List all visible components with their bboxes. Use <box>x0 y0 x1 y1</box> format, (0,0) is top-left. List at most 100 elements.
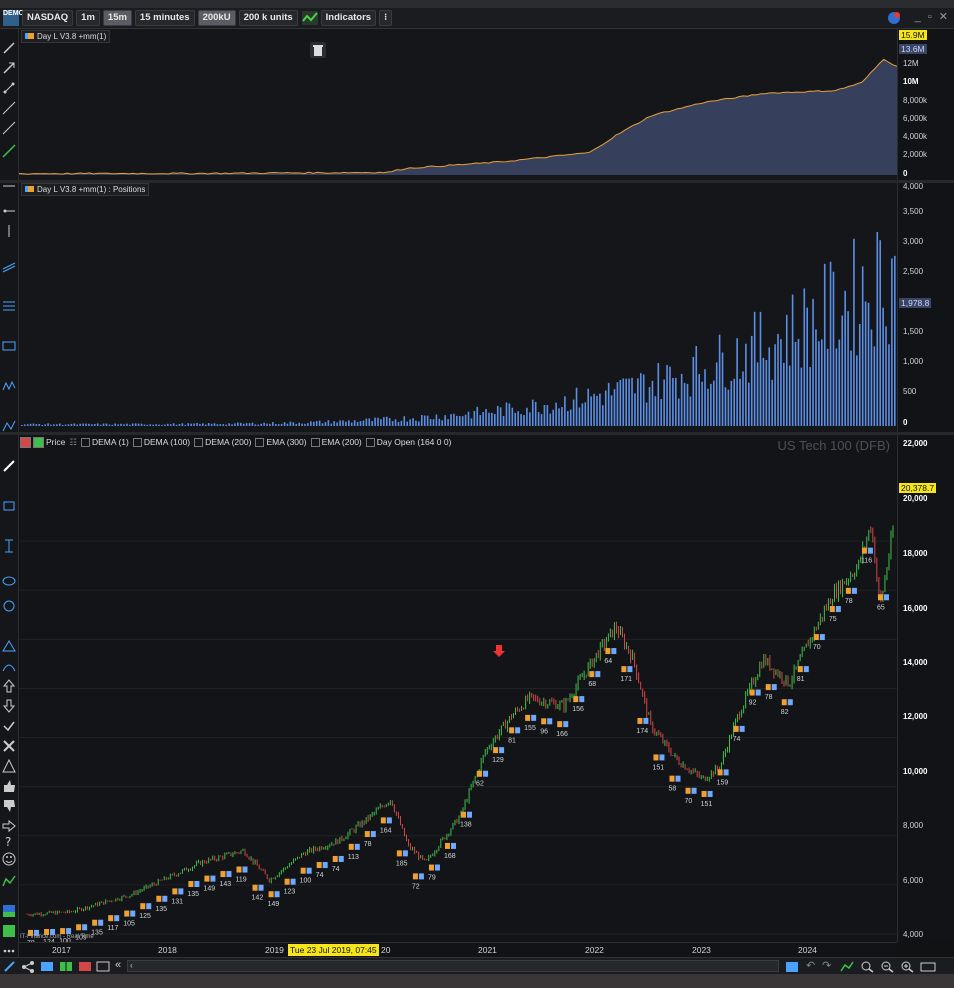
zoom-auto-icon[interactable] <box>840 960 854 973</box>
magnet-tool-icon[interactable] <box>2 924 16 938</box>
trash-icon[interactable] <box>310 42 326 58</box>
positions-panel-title[interactable]: Day L V3.8 +mm(1) : Positions <box>21 183 150 196</box>
arrow-tool-icon[interactable] <box>2 61 16 75</box>
indicators-button[interactable]: Indicators <box>320 10 377 26</box>
keyboard-icon[interactable] <box>920 960 936 973</box>
circle-tool-icon[interactable] <box>2 599 16 613</box>
warning-icon[interactable] <box>2 759 16 773</box>
position-bar <box>237 422 239 426</box>
wave-tool-icon[interactable] <box>2 379 16 393</box>
position-bar <box>546 405 549 426</box>
position-bar <box>415 420 417 426</box>
position-bar <box>841 315 844 426</box>
trade-label: 96 <box>540 728 548 735</box>
legend-day-open[interactable]: Day Open (164 0 0) <box>365 437 451 447</box>
trade-label: 58 <box>669 786 677 793</box>
trade-exit-marker <box>364 831 370 838</box>
check-icon[interactable] <box>2 719 16 733</box>
workbook-icon[interactable] <box>886 10 902 26</box>
trade-label: 79 <box>428 875 436 882</box>
trade-entry-marker <box>146 903 152 910</box>
question-icon[interactable]: ? <box>2 834 16 848</box>
position-bar <box>847 311 849 426</box>
position-bar <box>622 378 625 426</box>
close-panel-icon[interactable] <box>20 436 31 448</box>
brush-tool-icon[interactable] <box>2 459 16 473</box>
more-tools-icon[interactable] <box>2 944 16 958</box>
window-icon[interactable] <box>96 960 110 973</box>
legend-dema-1[interactable]: DEMA (1) <box>81 437 129 447</box>
trade-exit-marker <box>444 842 450 849</box>
price-range-tool-icon[interactable] <box>2 539 16 553</box>
legend-dema-100[interactable]: DEMA (100) <box>132 437 190 447</box>
trendline-tool-icon[interactable] <box>2 121 16 135</box>
percent-tool-icon[interactable] <box>2 339 16 353</box>
vertical-line-tool-icon[interactable] <box>2 224 16 238</box>
arrow-up-icon[interactable] <box>2 679 16 693</box>
zoom-reset-icon[interactable] <box>860 960 874 973</box>
position-bar <box>228 423 230 426</box>
triangle-tool-icon[interactable] <box>2 639 16 653</box>
pitchfork-tool-icon[interactable] <box>2 419 16 433</box>
layout-icon[interactable] <box>40 960 54 973</box>
redo-icon[interactable]: ↷ <box>822 959 831 972</box>
pattern-tool-icon[interactable] <box>2 874 16 888</box>
trade-entry-marker <box>178 888 184 895</box>
position-bar <box>569 409 572 426</box>
position-bar <box>225 424 227 426</box>
units-button[interactable]: 200kU <box>197 10 236 26</box>
scroll-left-double-icon[interactable]: « <box>115 959 121 971</box>
equity-panel-title[interactable]: Day L V3.8 +mm(1) <box>21 30 111 43</box>
position-bar <box>724 387 727 426</box>
trade-entry-marker <box>98 919 104 926</box>
arrow-right-icon[interactable] <box>2 819 16 833</box>
timeframe-15m-button[interactable]: 15m <box>102 10 132 26</box>
channel-tool-icon[interactable] <box>2 259 16 273</box>
arrow-down-icon[interactable] <box>2 699 16 713</box>
share-icon[interactable] <box>21 960 35 973</box>
fibonacci-tool-icon[interactable] <box>2 299 16 313</box>
pencil-icon[interactable] <box>3 960 17 973</box>
indicators-icon[interactable] <box>301 11 318 25</box>
settings-icon[interactable]: ⁝ <box>379 10 393 26</box>
zoom-in-icon[interactable] <box>900 960 914 973</box>
horizontal-ray-tool-icon[interactable] <box>2 204 16 218</box>
trade-entry-marker <box>82 924 88 931</box>
window-controls[interactable]: _ ▫ ✕ <box>915 10 950 23</box>
thumbs-down-icon[interactable] <box>2 799 16 813</box>
table-icon[interactable] <box>78 960 92 973</box>
thumbs-up-icon[interactable] <box>2 779 16 793</box>
arc-tool-icon[interactable] <box>2 659 16 673</box>
units-dropdown[interactable]: 200 k units <box>238 10 298 26</box>
gradient-tool-icon[interactable] <box>2 904 16 918</box>
timeframe-dropdown[interactable]: 15 minutes <box>134 10 195 26</box>
trade-exit-marker <box>685 787 691 794</box>
smiley-icon[interactable] <box>2 852 16 866</box>
ellipse-tool-icon[interactable] <box>2 574 16 588</box>
timeframe-1m-button[interactable]: 1m <box>76 10 100 26</box>
segment-tool-icon[interactable] <box>2 81 16 95</box>
ray-tool-icon[interactable] <box>2 101 16 115</box>
time-axis[interactable] <box>19 942 897 957</box>
legend-ema-200[interactable]: EMA (200) <box>310 437 362 447</box>
line-tool-icon[interactable] <box>2 41 16 55</box>
trade-exit-marker <box>717 769 723 776</box>
grid-icon[interactable] <box>59 960 73 973</box>
green-line-tool-icon[interactable] <box>2 144 16 158</box>
calendar-icon[interactable] <box>785 960 799 973</box>
scroll-left-icon[interactable]: ‹ <box>130 962 139 970</box>
position-bar <box>53 424 55 426</box>
legend-ema-300[interactable]: EMA (300) <box>255 437 307 447</box>
zoom-out-icon[interactable] <box>880 960 894 973</box>
position-bar <box>803 288 806 426</box>
undo-icon[interactable]: ↶ <box>806 959 815 972</box>
rectangle-tool-icon[interactable] <box>2 499 16 513</box>
legend-dema-200[interactable]: DEMA (200) <box>194 437 251 447</box>
positions-axis-label: 3,000 <box>903 237 924 246</box>
maximize-panel-icon[interactable] <box>33 436 44 448</box>
chart-scrollbar[interactable]: ‹ <box>127 960 779 972</box>
position-bar <box>35 424 38 426</box>
market-selector[interactable]: NASDAQ <box>22 10 74 26</box>
cross-icon[interactable] <box>2 739 16 753</box>
legend-price[interactable]: Price ☷ <box>46 437 77 448</box>
